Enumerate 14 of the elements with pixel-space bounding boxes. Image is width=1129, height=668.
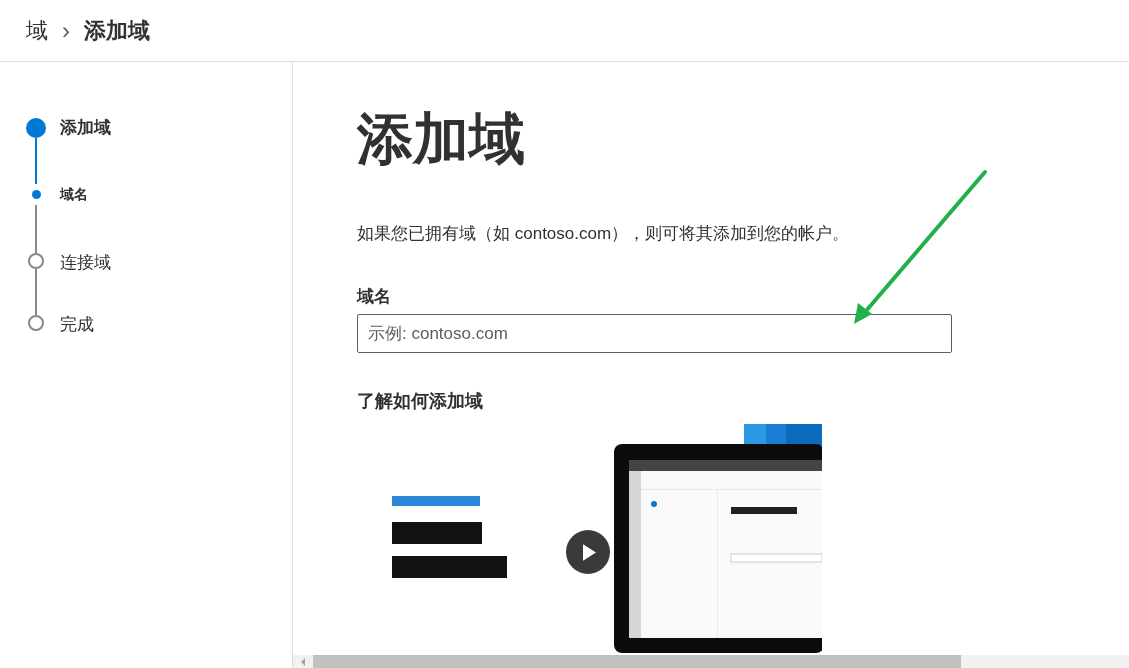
domain-input-field[interactable]: 示例: contoso.com <box>357 314 952 353</box>
step-label[interactable]: 完成 <box>60 315 94 335</box>
horizontal-scrollbar[interactable] <box>293 655 1129 668</box>
step-label[interactable]: 添加域 <box>60 118 111 184</box>
field-label: 域名 <box>357 286 392 308</box>
description-text: 如果您已拥有域（如 contoso.com），则可将其添加到您的帐户。 <box>357 223 851 245</box>
breadcrumb-link[interactable]: 域 <box>26 15 48 46</box>
page-title: 添加域 <box>357 106 526 172</box>
section-heading: 了解如何添加域 <box>357 390 484 413</box>
play-icon <box>583 543 596 561</box>
breadcrumb-current: 添加域 <box>84 16 150 45</box>
breadcrumb-separator: › <box>62 16 70 45</box>
step-label[interactable]: 连接域 <box>60 253 111 315</box>
step-label[interactable]: 域名 <box>60 184 88 253</box>
